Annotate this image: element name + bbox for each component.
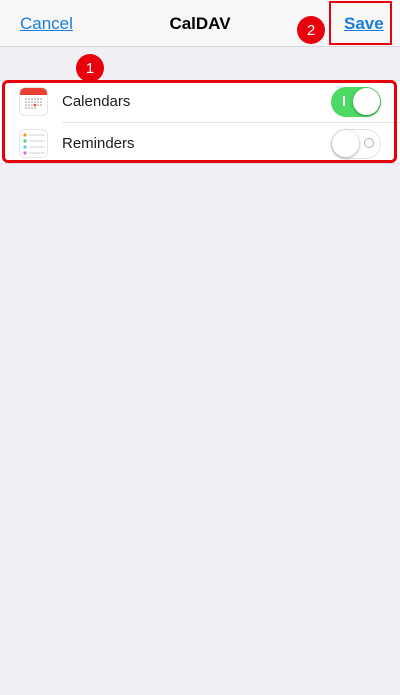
- cancel-button[interactable]: Cancel: [20, 14, 73, 34]
- annotation-callout-2: 2: [297, 16, 325, 44]
- annotation-highlight-group: [2, 80, 397, 163]
- annotation-callout-1: 1: [76, 54, 104, 82]
- annotation-highlight-save: [329, 1, 392, 45]
